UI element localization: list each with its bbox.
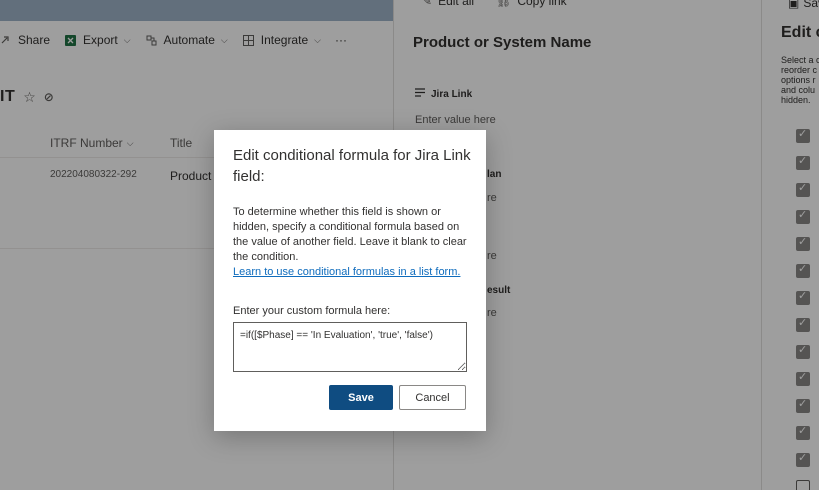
dialog-title: Edit conditional formula for Jira Link f…	[233, 147, 471, 185]
cancel-button[interactable]: Cancel	[399, 385, 466, 410]
formula-input[interactable]: =if([$Phase] == 'In Evaluation', 'true',…	[233, 322, 467, 372]
save-button[interactable]: Save	[329, 385, 393, 410]
learn-formulas-link[interactable]: Learn to use conditional formulas in a l…	[233, 265, 471, 280]
dialog-description: To determine whether this field is shown…	[233, 206, 467, 263]
formula-input-label: Enter your custom formula here:	[233, 305, 391, 317]
conditional-formula-dialog: Edit conditional formula for Jira Link f…	[214, 130, 486, 431]
